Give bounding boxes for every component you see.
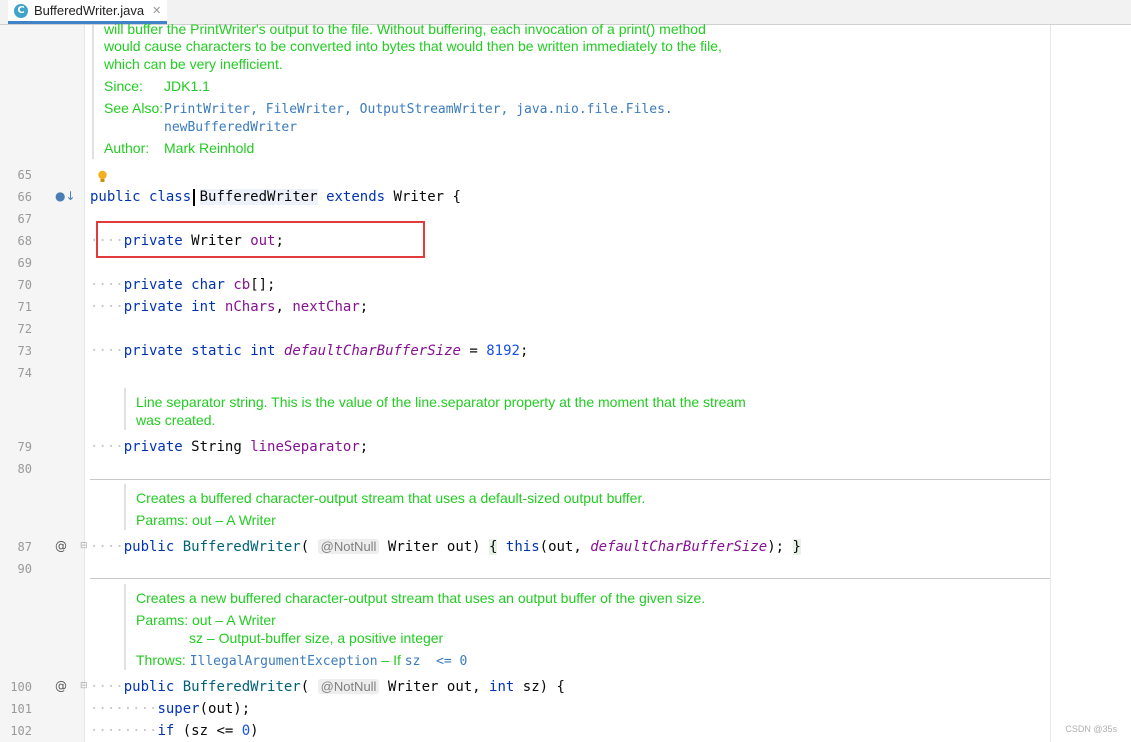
line-number: 71: [17, 300, 32, 314]
line-number: 87: [17, 540, 32, 554]
notnull-annotation: @NotNull: [317, 539, 380, 554]
notnull-annotation: @NotNull: [317, 679, 380, 694]
doc-see-link[interactable]: PrintWriter, FileWriter, OutputStreamWri…: [164, 102, 673, 117]
line-number: 65: [17, 168, 32, 182]
tab-title: BufferedWriter.java: [34, 3, 145, 18]
method-separator: [90, 578, 1050, 579]
doc-params: Params: out – A Writer: [136, 512, 276, 528]
doc-see-link[interactable]: newBufferedWriter: [164, 120, 297, 135]
line-number: 90: [17, 562, 32, 576]
code-line-79: ····private String lineSeparator;: [90, 439, 369, 455]
annotation-icon[interactable]: @: [55, 539, 67, 553]
doc-bar: [124, 388, 126, 430]
doc-text: Creates a buffered character-output stre…: [136, 490, 646, 506]
code-line-101: ········super(out);: [90, 701, 251, 717]
fold-icon[interactable]: ⊟: [80, 681, 88, 691]
watermark: CSDN @35s: [1065, 724, 1117, 734]
code-line-102: ········if (sz <= 0): [90, 723, 259, 739]
doc-bar: [124, 484, 126, 530]
code-line-71: ····private int nChars, nextChar;: [90, 299, 369, 315]
line-number: 70: [17, 278, 32, 292]
line-number: 66: [17, 190, 32, 204]
line-number: 72: [17, 322, 32, 336]
code-line-70: ····private char cb[];: [90, 277, 276, 293]
code-line-87: ····public BufferedWriter( @NotNull Writ…: [90, 539, 801, 555]
highlight-box: [96, 221, 425, 258]
line-number: 73: [17, 344, 32, 358]
close-icon[interactable]: ✕: [152, 4, 161, 17]
doc-text: Line separator string. This is the value…: [136, 394, 746, 410]
doc-author-value: Mark Reinhold: [164, 140, 255, 156]
line-number: 80: [17, 462, 32, 476]
doc-text: which can be very inefficient.: [104, 56, 283, 72]
method-separator: [90, 479, 1050, 480]
implemented-by-icon[interactable]: ●↓: [55, 189, 76, 203]
line-number: 74: [17, 366, 32, 380]
text-caret: [193, 189, 195, 206]
line-number: 102: [10, 724, 32, 738]
doc-see-label: See Also:: [104, 100, 164, 116]
lightbulb-icon[interactable]: [97, 170, 108, 184]
editor-gutter: [0, 25, 84, 742]
doc-text: Creates a new buffered character-output …: [136, 590, 706, 606]
doc-bar: [124, 584, 126, 670]
line-number: 79: [17, 440, 32, 454]
line-number: 100: [10, 680, 32, 694]
line-number: 67: [17, 212, 32, 226]
doc-text: will buffer the PrintWriter's output to …: [104, 21, 706, 37]
exception-link[interactable]: IllegalArgumentException: [190, 654, 378, 669]
doc-author-label: Author:: [104, 140, 150, 156]
right-margin-guide: [1050, 25, 1051, 742]
doc-text: would cause characters to be converted i…: [104, 38, 722, 54]
doc-params: Params: out – A Writer: [136, 612, 276, 628]
code-line-100: ····public BufferedWriter( @NotNull Writ…: [90, 679, 565, 695]
line-number: 69: [17, 256, 32, 270]
doc-throws: Throws: IllegalArgumentException – If sz…: [136, 652, 468, 669]
code-line-66: public class BufferedWriter extends Writ…: [90, 189, 461, 205]
line-number: 68: [17, 234, 32, 248]
doc-params: sz – Output-buffer size, a positive inte…: [189, 630, 444, 646]
fold-icon[interactable]: ⊟: [80, 541, 88, 551]
doc-since-value: JDK1.1: [164, 78, 210, 94]
line-number: 101: [10, 702, 32, 716]
annotation-icon[interactable]: @: [55, 679, 67, 693]
code-line-73: ····private static int defaultCharBuffer…: [90, 343, 529, 359]
doc-since-label: Since:: [104, 78, 143, 94]
java-class-icon: C: [14, 3, 28, 18]
gutter-divider: [84, 25, 85, 742]
doc-text: was created.: [136, 412, 216, 428]
doc-bar: [92, 25, 94, 159]
